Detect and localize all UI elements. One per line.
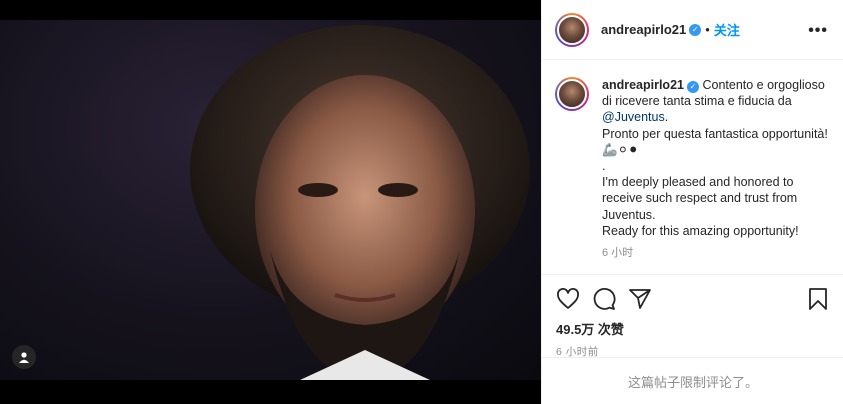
caption-text-en-2: Ready for this amazing opportunity! [602, 223, 799, 238]
author-avatar[interactable] [555, 12, 589, 47]
comments-disabled-notice: 这篇帖子限制评论了。 [542, 357, 843, 404]
user-icon [19, 352, 29, 363]
portrait-image [190, 25, 530, 380]
caption-timestamp[interactable]: 6 小时 [602, 245, 830, 261]
caption-text-en: I'm deeply pleased and honored to receiv… [602, 175, 798, 222]
post-sidebar: andreapirlo21 ✓ • 关注 ••• andreapirlo21 ✓ … [541, 0, 843, 404]
caption-text-it-end: . [664, 110, 669, 125]
caption-separator: . [602, 159, 606, 174]
post-photo[interactable] [0, 20, 541, 380]
post-header: andreapirlo21 ✓ • 关注 ••• [542, 0, 843, 60]
separator-dot: • [705, 22, 710, 37]
tagged-user-button[interactable] [12, 345, 36, 369]
more-options-icon[interactable]: ••• [808, 22, 828, 40]
caption-avatar[interactable] [555, 77, 589, 111]
caption-username[interactable]: andreapirlo21 [602, 78, 684, 92]
verified-icon: ✓ [689, 23, 702, 36]
caption-body: andreapirlo21 ✓ Contento e orgoglioso di … [602, 77, 830, 274]
post-caption: andreapirlo21 ✓ Contento e orgoglioso di … [542, 61, 843, 274]
caption-text-it-2: Pronto per questa fantastica opportunità… [602, 126, 828, 157]
action-icons [556, 285, 830, 313]
heart-icon[interactable] [556, 287, 580, 311]
verified-icon: ✓ [686, 81, 699, 93]
follow-button[interactable]: 关注 [714, 20, 740, 39]
post-media[interactable] [0, 0, 541, 404]
comment-icon[interactable] [592, 287, 616, 311]
paper-plane-icon[interactable] [628, 287, 652, 311]
like-count[interactable]: 49.5万 次赞 [556, 319, 830, 338]
post-actions: 49.5万 次赞 6 小时前 [542, 274, 843, 359]
mention-link[interactable]: @Juventus [602, 110, 665, 124]
author-username[interactable]: andreapirlo21 [601, 22, 686, 37]
bookmark-icon[interactable] [806, 287, 830, 311]
